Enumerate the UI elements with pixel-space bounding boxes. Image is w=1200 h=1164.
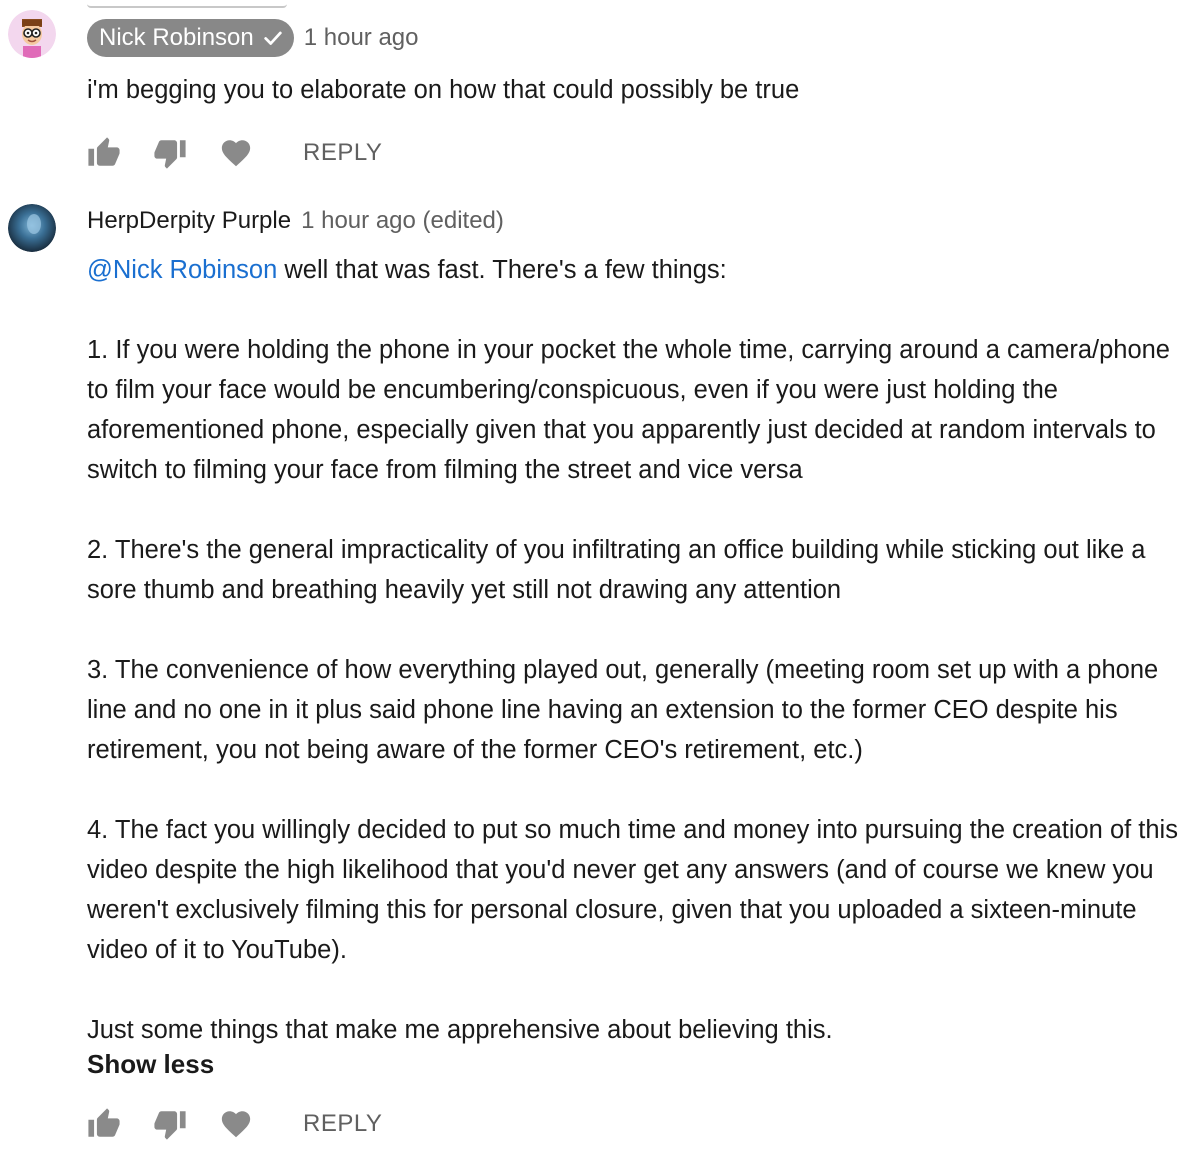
thumbs-down-icon[interactable]: [153, 136, 187, 170]
comment-body: i'm begging you to elaborate on how that…: [87, 76, 800, 104]
show-less-button[interactable]: Show less: [87, 1049, 214, 1080]
intro-text: well that was fast. There's a few things…: [277, 256, 727, 284]
author-name[interactable]: HerpDerpity Purple: [87, 207, 291, 235]
comment-text: i'm begging you to elaborate on how that…: [87, 70, 1187, 110]
comment-intro: @Nick Robinson well that was fast. There…: [87, 250, 1187, 290]
paragraph-5: Just some things that make me apprehensi…: [87, 1016, 833, 1044]
thumbs-up-icon[interactable]: [87, 1107, 121, 1141]
comment-text: @Nick Robinson well that was fast. There…: [87, 250, 1187, 1050]
avatar-cartoon-icon: [8, 10, 56, 58]
verified-check-icon: [264, 31, 282, 45]
thumbs-down-icon[interactable]: [153, 1107, 187, 1141]
paragraph-3: 3. The convenience of how everything pla…: [87, 656, 1159, 764]
avatar[interactable]: [8, 10, 56, 58]
heart-icon[interactable]: [219, 1107, 253, 1141]
avatar-photo-icon: [8, 204, 56, 252]
thumbs-up-icon[interactable]: [87, 136, 121, 170]
reply-button[interactable]: REPLY: [303, 139, 382, 167]
paragraph-2: 2. There's the general impracticality of…: [87, 536, 1146, 604]
comment-header: HerpDerpity Purple 1 hour ago (edited): [87, 207, 504, 235]
paragraph-4: 4. The fact you willingly decided to put…: [87, 816, 1178, 964]
author-name[interactable]: Nick Robinson: [99, 24, 254, 52]
comment-actions: REPLY: [87, 1107, 382, 1141]
paragraph-1: 1. If you were holding the phone in your…: [87, 336, 1170, 484]
comment-time[interactable]: 1 hour ago (edited): [301, 207, 504, 235]
author-owner-chip[interactable]: Nick Robinson: [87, 19, 294, 57]
previous-comment-edge: [87, 0, 287, 8]
avatar[interactable]: [8, 204, 56, 252]
heart-icon[interactable]: [219, 136, 253, 170]
comment-header: Nick Robinson 1 hour ago: [87, 19, 419, 57]
mention-link[interactable]: @Nick Robinson: [87, 256, 277, 284]
comment-actions: REPLY: [87, 136, 382, 170]
reply-button[interactable]: REPLY: [303, 1110, 382, 1138]
comment-time[interactable]: 1 hour ago: [304, 24, 419, 52]
